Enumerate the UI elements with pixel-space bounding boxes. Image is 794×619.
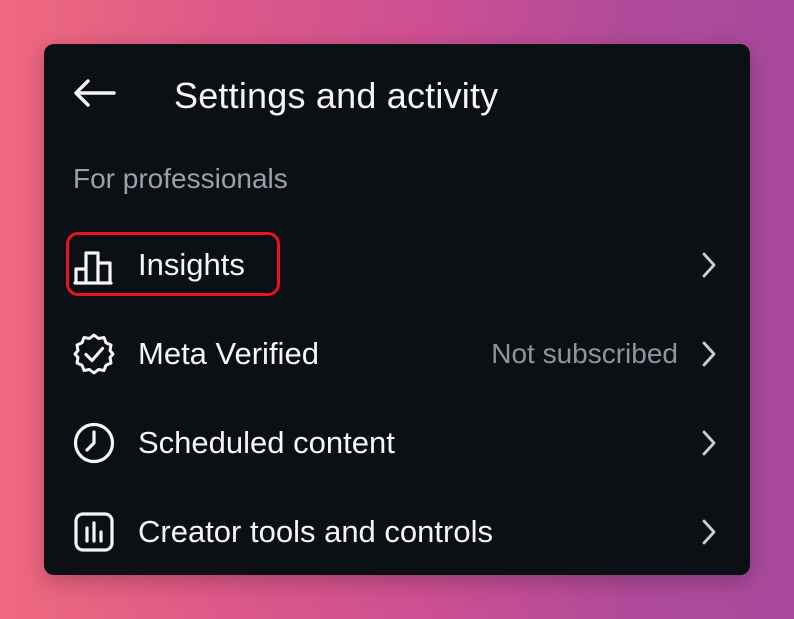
chart-box-icon xyxy=(74,512,114,552)
section-label: For professionals xyxy=(73,163,288,194)
verified-badge-icon xyxy=(73,333,115,375)
bar-chart-icon xyxy=(73,251,113,285)
menu-item-label: Creator tools and controls xyxy=(138,514,493,549)
menu-item-label: Scheduled content xyxy=(138,425,395,460)
chevron-right-icon xyxy=(702,519,716,545)
menu-item-creator-tools[interactable]: Creator tools and controls xyxy=(44,491,750,571)
menu-item-meta-verified[interactable]: Meta Verified Not subscribed xyxy=(44,313,750,393)
clock-icon xyxy=(73,422,115,464)
chevron-right-icon xyxy=(702,430,716,456)
arrow-left-icon[interactable] xyxy=(72,78,116,108)
settings-panel: Settings and activity For professionals … xyxy=(44,44,750,575)
menu-item-insights[interactable]: Insights xyxy=(44,224,750,304)
chevron-right-icon xyxy=(702,341,716,367)
menu-item-scheduled-content[interactable]: Scheduled content xyxy=(44,402,750,482)
subscription-status: Not subscribed xyxy=(491,338,678,369)
header: Settings and activity xyxy=(44,44,750,148)
page-title: Settings and activity xyxy=(174,75,499,116)
menu-item-label: Insights xyxy=(138,247,245,282)
menu-item-label: Meta Verified xyxy=(138,336,319,371)
chevron-right-icon xyxy=(702,252,716,278)
